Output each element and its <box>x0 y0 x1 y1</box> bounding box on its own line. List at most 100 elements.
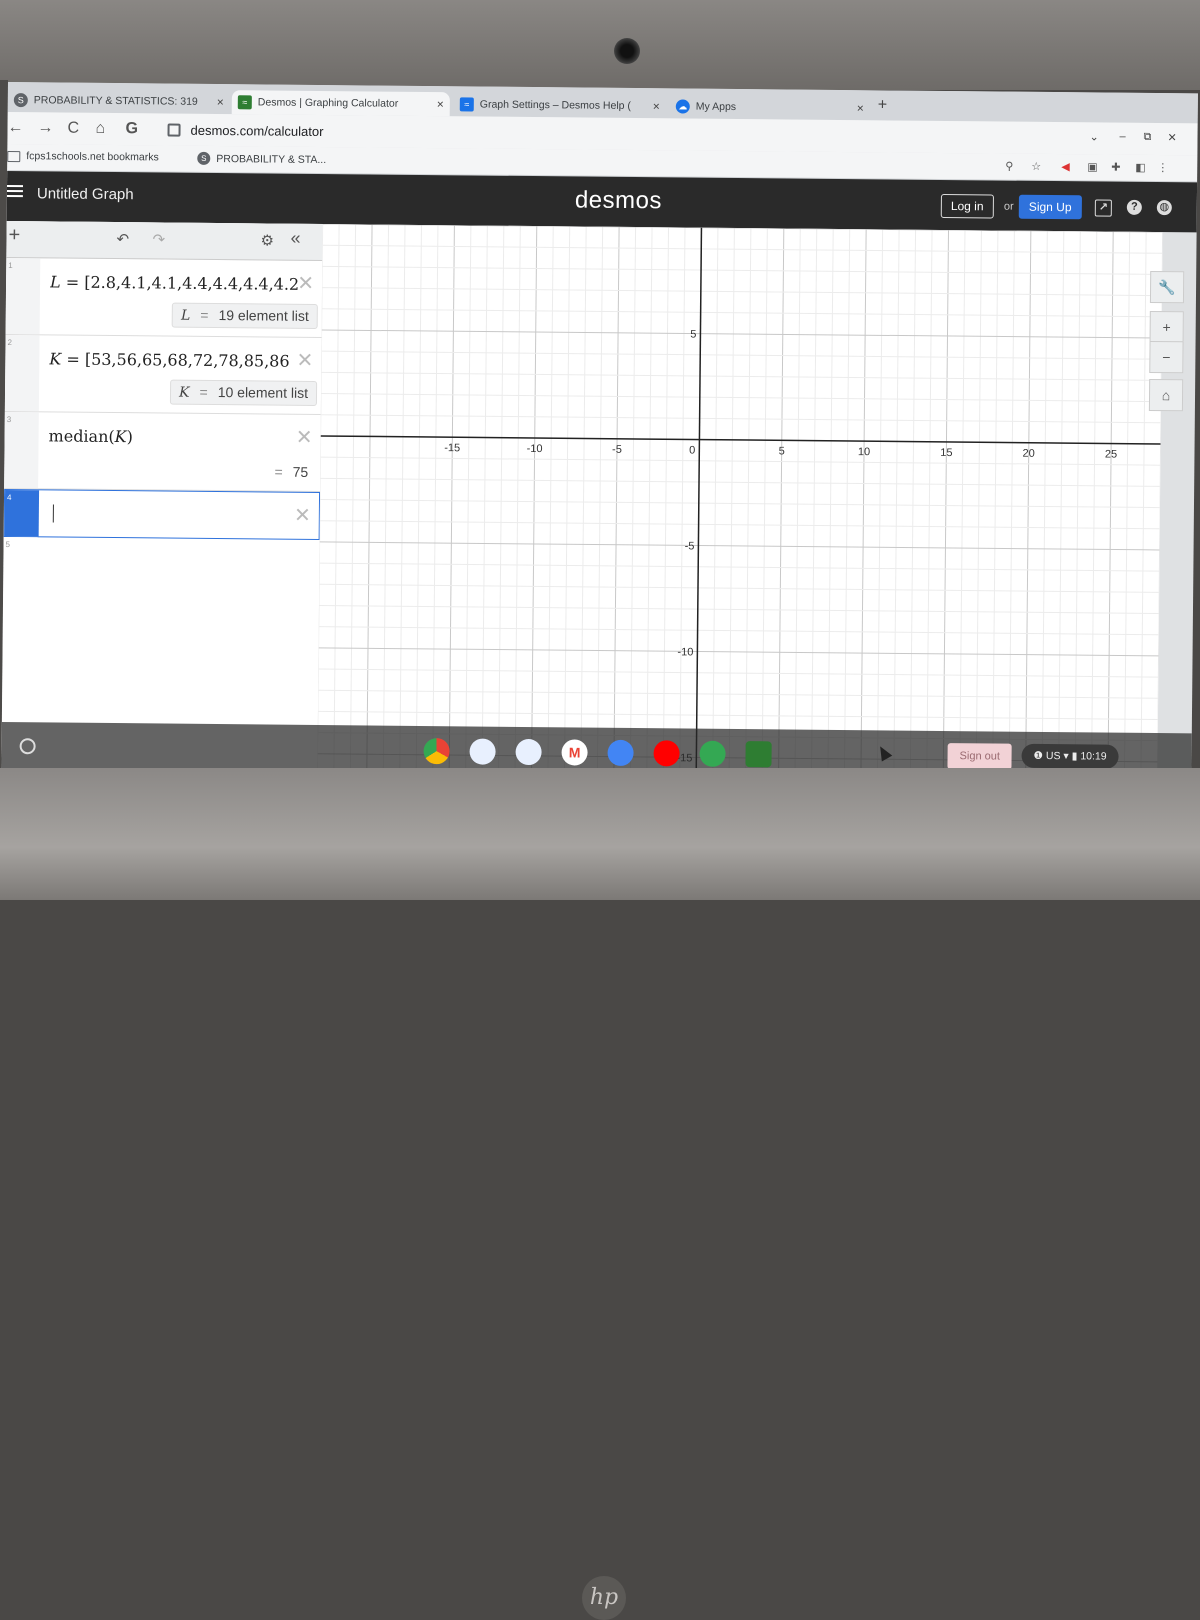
lock-icon <box>167 123 181 137</box>
bookmark-label: fcps1schools.net bookmarks <box>26 150 159 164</box>
login-button[interactable]: Log in <box>940 193 994 219</box>
extension-icon[interactable]: ▣ <box>1087 160 1098 173</box>
hp-logo: hp <box>582 1576 626 1620</box>
redo-icon[interactable]: ↷ <box>152 230 165 248</box>
collapse-list-icon[interactable]: « <box>290 228 300 249</box>
desmos-app-icon[interactable] <box>745 741 772 768</box>
launcher-icon[interactable] <box>19 738 36 755</box>
minor-gridline <box>319 520 1160 530</box>
zoom-in-button[interactable]: + <box>1149 310 1184 344</box>
expression-row-empty[interactable]: 5 <box>3 536 319 570</box>
docs-icon[interactable] <box>607 739 634 767</box>
expression-number: 1 <box>5 257 41 335</box>
undo-icon[interactable]: ↶ <box>116 230 129 248</box>
puzzle-icon[interactable]: ✚ <box>1111 161 1120 174</box>
back-icon[interactable]: ← <box>7 119 23 137</box>
google-icon[interactable]: G <box>125 120 138 138</box>
close-window-icon[interactable]: ✕ <box>1167 131 1176 144</box>
play-store-icon[interactable] <box>699 740 726 767</box>
youtube-icon[interactable] <box>653 740 680 767</box>
new-tab-button[interactable]: + <box>878 96 888 114</box>
desmos-favicon: ≈ <box>237 95 252 110</box>
status-tray[interactable]: ❶ US ▾ ▮ 10:19 <box>1021 743 1119 769</box>
expression-number: 4 <box>4 489 40 537</box>
close-icon[interactable]: × <box>437 97 444 111</box>
window-icon[interactable]: ◧ <box>1135 161 1146 174</box>
home-icon[interactable]: ⌂ <box>95 120 105 138</box>
minor-gridline <box>318 689 1159 699</box>
tab-graph-settings-help[interactable]: ≈ Graph Settings – Desmos Help ( × <box>454 92 666 118</box>
share-icon[interactable]: ↗ <box>1094 199 1112 217</box>
gmail-icon[interactable]: M <box>561 739 588 766</box>
minor-gridline <box>318 604 1159 615</box>
minor-gridline <box>322 287 1163 297</box>
x-tick-label: -5 <box>612 444 622 456</box>
expression-input[interactable]: L = [2.8,4.1,4.1,4.4,4.4,4.4,4.2,4.( <box>50 272 298 293</box>
delete-expression-icon[interactable]: ✕ <box>297 271 314 296</box>
delete-expression-icon[interactable]: ✕ <box>296 425 313 450</box>
star-icon[interactable]: ☆ <box>1031 160 1041 173</box>
x-tick-label: 15 <box>940 447 952 459</box>
gear-icon[interactable]: ⚙ <box>260 231 274 249</box>
signup-button[interactable]: Sign Up <box>1018 194 1082 220</box>
laptop-screen: S PROBABILITY & STATISTICS: 319 × ≈ Desm… <box>1 82 1198 784</box>
address-bar[interactable]: desmos.com/calculator <box>167 118 1087 151</box>
delete-expression-icon[interactable]: ✕ <box>296 348 313 373</box>
close-icon[interactable]: × <box>217 95 224 109</box>
minor-gridline <box>319 583 1160 593</box>
chevron-down-icon[interactable]: ⌄ <box>1089 130 1098 143</box>
bookmark-label: PROBABILITY & STA... <box>216 152 327 166</box>
evaluation-badge: L = 19 element list <box>171 302 318 329</box>
tab-probability-statistics[interactable]: S PROBABILITY & STATISTICS: 319 × <box>8 88 230 114</box>
desmos-logo: desmos <box>574 186 663 215</box>
location-icon[interactable]: ⚲ <box>1005 160 1013 173</box>
help-icon[interactable]: ? <box>1126 199 1142 215</box>
graph-paper[interactable]: -15-10-505101520255-5-10-15 <box>317 224 1163 784</box>
graph-title[interactable]: Untitled Graph <box>37 185 134 203</box>
extension-megaphone-icon[interactable]: ◀ <box>1061 160 1070 173</box>
expression-input[interactable]: K = [53,56,65,68,72,78,85,86 <box>49 349 297 370</box>
close-icon[interactable]: × <box>653 99 660 113</box>
add-item-icon[interactable]: + <box>8 224 20 247</box>
minor-gridline <box>317 710 1158 720</box>
zoom-out-button[interactable]: − <box>1149 340 1184 374</box>
desmos-help-favicon: ≈ <box>459 97 474 112</box>
expression-row-active[interactable]: 4 ✕ <box>3 488 321 541</box>
hamburger-menu-icon[interactable] <box>6 184 24 199</box>
reload-icon[interactable]: C <box>67 120 79 138</box>
minor-gridline <box>319 562 1160 572</box>
app-icon[interactable] <box>515 738 542 766</box>
minor-gridline <box>321 371 1162 381</box>
minor-gridline <box>320 499 1160 509</box>
expression-input[interactable]: median(K) <box>49 426 297 447</box>
minor-gridline <box>322 244 1163 254</box>
forward-icon[interactable]: → <box>37 119 53 137</box>
home-view-icon[interactable]: ⌂ <box>1148 378 1184 412</box>
tab-label: Graph Settings – Desmos Help ( <box>479 98 632 112</box>
minor-gridline <box>318 668 1159 678</box>
close-icon[interactable]: × <box>857 101 864 115</box>
webcam <box>614 38 640 64</box>
graph-canvas[interactable]: -15-10-505101520255-5-10-15 <box>317 224 1163 784</box>
wrench-icon[interactable]: 🔧 <box>1149 270 1185 304</box>
sign-out-button[interactable]: Sign out <box>947 743 1013 770</box>
clock: 10:19 <box>1080 750 1107 763</box>
restore-icon[interactable]: ⧉ <box>1143 131 1151 144</box>
bookmark-probability[interactable]: S PROBABILITY & STA... <box>197 151 327 166</box>
app-icon[interactable] <box>469 738 496 765</box>
expression-row[interactable]: 3 median(K) ✕ = 75 <box>4 411 321 493</box>
expression-row[interactable]: 1 L = [2.8,4.1,4.1,4.4,4.4,4.4,4.2,4.( ✕… <box>5 257 323 339</box>
minimize-icon[interactable]: – <box>1119 131 1125 143</box>
tab-label: My Apps <box>695 100 737 113</box>
menu-icon[interactable]: ⋮ <box>1157 161 1168 174</box>
minor-gridline <box>320 414 1161 424</box>
chrome-icon[interactable] <box>423 738 450 765</box>
expression-row[interactable]: 2 K = [53,56,65,68,72,78,85,86 ✕ K = 10 el… <box>4 334 322 416</box>
minor-gridline <box>321 350 1162 360</box>
tab-desmos[interactable]: ≈ Desmos | Graphing Calculator × <box>231 90 450 117</box>
language-globe-icon[interactable]: ◍ <box>1156 200 1172 216</box>
tab-my-apps[interactable]: ☁ My Apps × <box>670 94 870 120</box>
expression-number: 3 <box>4 411 39 489</box>
delete-expression-icon[interactable]: ✕ <box>294 503 311 528</box>
bookmark-folder[interactable]: fcps1schools.net bookmarks <box>7 150 159 163</box>
